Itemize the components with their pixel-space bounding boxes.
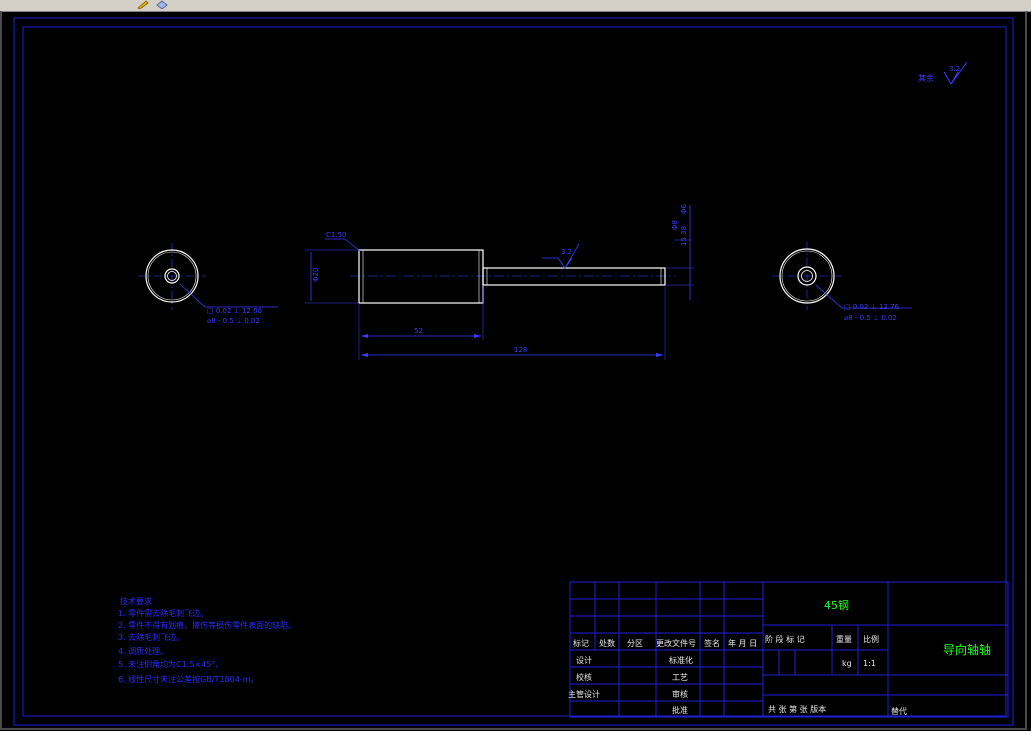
dim-shaft-v1: Φ8 bbox=[671, 220, 679, 230]
technical-notes: 技术要求 1. 零件需去除毛刺飞边。 2. 零件不得有划痕、擦伤等损伤零件表面的… bbox=[118, 596, 296, 684]
hdr-sign: 签名 bbox=[704, 638, 720, 648]
tol-right-line2: ⌀8 - 0.5 ⊥ 0.02 bbox=[844, 314, 897, 322]
front-view-shaft bbox=[350, 249, 676, 304]
tol-right-line1: □ 0.02 ⊥ 12.76 bbox=[844, 303, 900, 311]
role-chief: 主管设计 bbox=[568, 689, 600, 699]
note-item-6: 6. 线性尺寸未注公差按GB/T1804-m。 bbox=[118, 674, 258, 684]
surface-finish-value: 3.2 bbox=[949, 65, 960, 73]
dim-diameter-left: Φ20 bbox=[312, 268, 320, 282]
role-check: 校核 bbox=[576, 672, 592, 682]
role-approve: 批准 bbox=[672, 705, 688, 715]
shaft-small-body bbox=[482, 267, 666, 286]
outer-frame bbox=[13, 17, 1014, 726]
note-item-4: 4. 调质处理。 bbox=[118, 646, 168, 656]
hdr-date: 年 月 日 bbox=[728, 638, 757, 648]
layer-cube-icon[interactable] bbox=[155, 0, 169, 9]
dim-shaft-v2: 15.38 bbox=[680, 226, 688, 246]
dim-shaft-v3: Φ6 bbox=[680, 203, 688, 214]
notes-title: 技术要求 bbox=[120, 596, 152, 606]
replaces: 替代 bbox=[891, 706, 907, 716]
note-item-1: 1. 零件需去除毛刺飞边。 bbox=[118, 608, 208, 618]
end-view-right: □ 0.02 ⊥ 12.76 ⌀8 - 0.5 ⊥ 0.02 bbox=[772, 242, 912, 322]
hdr-doc: 更改文件号 bbox=[656, 638, 696, 648]
front-view-dimensions: C1.50 Φ20 3.2 Φ8 15.38 Φ6 52 128 bbox=[305, 203, 694, 360]
dim-length-total: 128 bbox=[514, 346, 527, 354]
dim-length-short: 52 bbox=[414, 327, 423, 335]
note-item-3: 3. 去除毛刺飞边。 bbox=[118, 632, 184, 642]
surface-finish-note: 其余 3.2 bbox=[918, 61, 968, 85]
dim-chamfer-left: C1.50 bbox=[326, 231, 346, 239]
tol-left-line2: ⌀8 - 0.5 ⊥ 0.02 bbox=[207, 317, 260, 325]
scale-label: 比例 bbox=[863, 634, 879, 644]
hdr-count: 处数 bbox=[599, 638, 615, 648]
material: 45钢 bbox=[824, 599, 849, 612]
role-design: 设计 bbox=[576, 655, 592, 665]
scale-value: 1:1 bbox=[863, 659, 876, 668]
surface-finish-label: 其余 bbox=[918, 73, 934, 83]
note-item-5: 5. 未注倒角均为C1.5×45°。 bbox=[118, 659, 223, 669]
role-standard: 标准化 bbox=[669, 655, 693, 665]
shaft-large-body bbox=[358, 249, 484, 304]
role-review: 审核 bbox=[672, 689, 688, 699]
hdr-zone: 分区 bbox=[627, 639, 643, 648]
role-process: 工艺 bbox=[672, 673, 688, 682]
weight-label: 重量 bbox=[836, 634, 852, 644]
note-item-2: 2. 零件不得有划痕、擦伤等损伤零件表面的缺陷。 bbox=[118, 620, 296, 630]
end-view-left: □ 0.02 ⊥ 12.00 ⌀8 - 0.5 ⊥ 0.02 bbox=[138, 243, 278, 325]
tol-left-line1: □ 0.02 ⊥ 12.00 bbox=[207, 307, 262, 315]
drawing-canvas[interactable]: 其余 3.2 □ 0.02 ⊥ 12.00 ⌀8 - 0.5 ⊥ 0.02 □ … bbox=[0, 11, 1031, 731]
pencil-icon[interactable] bbox=[136, 0, 150, 9]
hdr-mark: 标记 bbox=[573, 638, 589, 648]
dim-roughness-mid: 3.2 bbox=[561, 248, 572, 256]
stage-label: 阶 段 标 记 bbox=[765, 634, 805, 644]
sheet-info: 共 张 第 张 版本 bbox=[768, 704, 826, 714]
weight-unit: kg bbox=[842, 659, 852, 668]
status-strip bbox=[0, 731, 1031, 735]
part-name: 导向轴轴 bbox=[943, 642, 991, 657]
title-block-text: 45钢 导向轴轴 标记 处数 分区 更改文件号 签名 年 月 日 设计 标准化 … bbox=[568, 599, 991, 716]
